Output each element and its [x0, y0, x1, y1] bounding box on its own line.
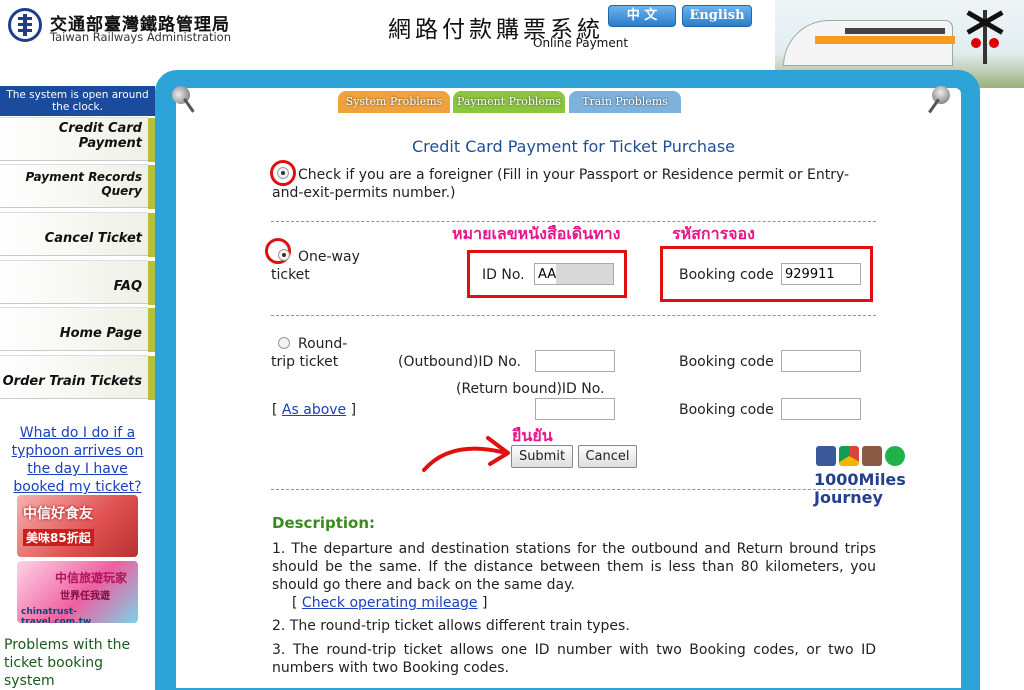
org-name-en: Taiwan Railways Administration — [50, 30, 231, 44]
sidebar-item-label: Cancel Ticket — [44, 231, 142, 246]
railway-crossing-icon — [965, 6, 1005, 64]
description-item-2: 2. The round-trip ticket allows differen… — [272, 618, 630, 634]
sidebar-item-cancel-ticket[interactable]: Cancel Ticket — [0, 212, 156, 257]
tab-payment-problems[interactable]: Payment Problems — [453, 91, 565, 113]
foreigner-label: Check if you are a foreigner (Fill in yo… — [272, 167, 850, 201]
tab-train-problems[interactable]: Train Problems — [569, 91, 681, 113]
description-heading: Description: — [272, 514, 376, 532]
open-hours-notice: The system is open around the clock. — [0, 86, 155, 116]
chrome-icon — [839, 446, 859, 466]
watermark-line2: Journey — [814, 488, 883, 507]
ad-subtitle: 美味85折起 — [23, 529, 94, 546]
facebook-icon — [816, 446, 836, 466]
tab-system-problems[interactable]: System Problems — [338, 91, 450, 113]
return-id-label: (Return bound)ID No. — [456, 381, 605, 397]
annotation-passport-number: หมายเลขหนังสือเดินทาง — [452, 224, 621, 243]
roundtrip-ticket-radio[interactable] — [278, 337, 290, 349]
page-title: Credit Card Payment for Ticket Purchase — [412, 137, 736, 156]
oneway-ticket-radio[interactable] — [278, 249, 290, 261]
ad-title: 中信好食友 — [23, 506, 93, 522]
sidebar-item-payment-records-query[interactable]: Payment Records Query — [0, 164, 156, 209]
cancel-button[interactable]: Cancel — [578, 445, 637, 468]
oneway-booking-code-input[interactable] — [781, 263, 861, 285]
ad-title: 中信旅遊玩家 — [55, 571, 128, 585]
sidebar-item-label: Credit Card Payment — [58, 121, 142, 151]
outbound-booking-code-input[interactable] — [781, 350, 861, 372]
line-icon — [885, 446, 905, 466]
instagram-icon — [862, 446, 882, 466]
sidebar-item-home-page[interactable]: Home Page — [0, 307, 156, 352]
check-mileage-link[interactable]: Check operating mileage — [302, 595, 478, 611]
sidebar-item-label: Payment Records Query — [25, 170, 142, 198]
annotation-booking-code: รหัสการจอง — [672, 224, 755, 243]
typhoon-faq-link[interactable]: What do I do if a typhoon arrives on the… — [6, 424, 149, 496]
language-english-button[interactable]: English — [682, 5, 752, 27]
food-promo-banner[interactable]: 中信好食友 美味85折起 — [17, 495, 138, 557]
outbound-id-label: (Outbound)ID No. — [398, 354, 521, 370]
annotation-arrow-icon — [422, 436, 510, 472]
id-label: ID No. — [482, 267, 525, 283]
ad-url: chinatrust-travel.com.tw — [21, 607, 92, 623]
booking-code-label: Booking code — [679, 267, 774, 283]
tra-logo-icon — [8, 8, 42, 42]
oneway-label-2: ticket — [271, 267, 310, 283]
booking-problems-text: Problems with the ticket booking system — [4, 637, 131, 689]
roundtrip-label-2: trip ticket — [271, 354, 339, 370]
watermark-line1: 1000Miles — [814, 470, 906, 489]
submit-button[interactable]: Submit — [511, 445, 573, 468]
ad-subtitle: 世界任我遊 — [60, 591, 110, 602]
sidebar-item-order-train-tickets[interactable]: Order Train Tickets — [0, 355, 156, 400]
sidebar-item-label: Home Page — [59, 326, 142, 341]
return-booking-code-input[interactable] — [781, 398, 861, 420]
oneway-label: One-way — [298, 249, 360, 265]
roundtrip-label: Round- — [298, 336, 348, 352]
sidebar-item-faq[interactable]: FAQ — [0, 260, 156, 305]
system-name-en: Online Payment — [533, 36, 629, 50]
outbound-id-input[interactable] — [535, 350, 615, 372]
as-above-link[interactable]: As above — [282, 402, 346, 418]
description-item-1: 1. The departure and destination station… — [272, 541, 876, 611]
divider — [271, 489, 876, 490]
language-chinese-button[interactable]: 中 文 — [608, 5, 676, 27]
travel-promo-banner[interactable]: 中信旅遊玩家 世界任我遊 chinatrust-travel.com.tw — [17, 561, 138, 623]
sidebar-item-label: Order Train Tickets — [2, 374, 142, 389]
sidebar-item-credit-card-payment[interactable]: Credit Card Payment — [0, 117, 156, 162]
outbound-booking-label: Booking code — [679, 354, 774, 370]
description-item-3: 3. The round-trip ticket allows one ID n… — [272, 642, 876, 676]
sidebar-item-label: FAQ — [113, 279, 142, 294]
return-booking-label: Booking code — [679, 402, 774, 418]
return-id-input[interactable] — [535, 398, 615, 420]
as-above-wrapper: [ As above ] — [272, 402, 357, 418]
redacted-id-mask — [556, 264, 613, 284]
divider — [271, 315, 876, 316]
description-item-text: 1. The departure and destination station… — [272, 541, 876, 593]
